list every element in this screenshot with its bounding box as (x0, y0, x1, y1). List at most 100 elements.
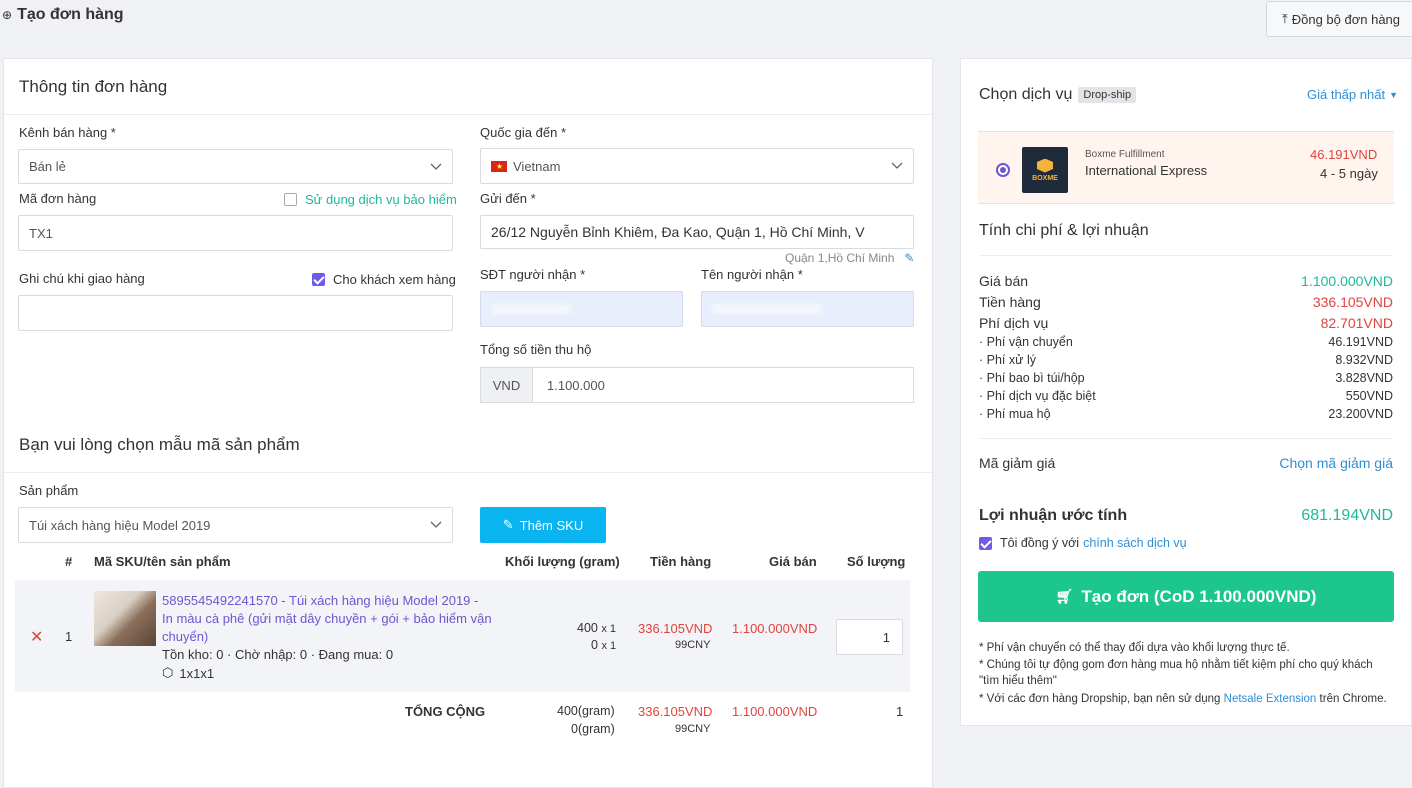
order-info-title: Thông tin đơn hàng (19, 77, 168, 96)
shipping-value: 46.191VND (1328, 335, 1393, 349)
choose-coupon-link[interactable]: Chọn mã giảm giá (1279, 455, 1393, 471)
cod-input-group[interactable]: VND 1.100.000 (480, 367, 914, 403)
sort-label: Giá thấp nhất (1307, 87, 1386, 102)
col-weight: Khối lượng (gram) (505, 554, 620, 569)
page-title: ⊕ Tạo đơn hàng (2, 6, 124, 24)
insurance-checkbox-row[interactable]: Sử dụng dịch vụ bảo hiểm (284, 192, 457, 207)
service-fee-value: 82.701VND (1320, 315, 1393, 331)
handling-row: · Phí xử lý 8.932VND (979, 353, 1393, 367)
col-price: Giá bán (769, 554, 817, 569)
quantity-input[interactable]: 1 (836, 619, 903, 655)
district-hint-text: Quận 1,Hồ Chí Minh (785, 251, 895, 265)
agree-checkbox[interactable] (979, 536, 992, 550)
chevron-down-icon (430, 521, 442, 528)
channel-select[interactable]: Bán lẻ (18, 149, 453, 184)
divider (4, 472, 932, 473)
coupon-row: Mã giảm giá Chọn mã giảm giá (979, 455, 1393, 471)
weight-line-2: 0 x 1 (591, 638, 616, 652)
phone-label: SĐT người nhận * (480, 267, 586, 282)
vietnam-flag-icon: ★ (491, 160, 507, 172)
note-2: * Chúng tôi tự động gom đơn hàng mua hộ … (979, 659, 1373, 671)
shipping-row: · Phí vận chuyển 46.191VND (979, 335, 1393, 349)
receiver-input[interactable] (701, 291, 914, 327)
product-thumbnail (94, 591, 156, 646)
delivery-note-label: Ghi chú khi giao hàng (19, 271, 145, 286)
weight-2: 0 (591, 638, 598, 652)
special-row: · Phí dịch vụ đặc biệt 550VND (979, 389, 1393, 403)
quantity-value: 1 (882, 629, 890, 645)
channel-value: Bán lẻ (29, 159, 66, 174)
add-sku-button[interactable]: ✎ Thêm SKU (480, 507, 606, 543)
cube-icon (1037, 158, 1053, 173)
country-value: Vietnam (513, 158, 561, 174)
weight-1-mult: x 1 (601, 623, 617, 635)
insurance-checkbox[interactable] (284, 193, 297, 206)
country-select[interactable]: ★ Vietnam (480, 148, 914, 184)
weight-line-1: 400 x 1 (577, 621, 616, 635)
service-title: Chọn dịch vụ (979, 86, 1073, 103)
customer-view-checkbox-row[interactable]: Cho khách xem hàng (312, 272, 456, 287)
profit-row: Lợi nhuận ước tính 681.194VND (979, 507, 1393, 525)
extension-link[interactable]: Netsale Extension (1224, 693, 1317, 705)
product-section-title: Bạn vui lòng chọn mẫu mã sản phẩm (19, 435, 300, 454)
edit-icon[interactable]: ✎ (904, 251, 914, 265)
profit-value: 681.194VND (1301, 507, 1393, 524)
sale-value: 1.100.000VND (1301, 273, 1393, 289)
receiver-label: Tên người nhận * (701, 267, 803, 282)
sale-label: Giá bán (979, 273, 1029, 289)
cart-icon: 🛒︎ (1055, 588, 1074, 604)
order-code-label: Mã đơn hàng (19, 191, 97, 206)
policy-link[interactable]: chính sách dịch vụ (1083, 536, 1187, 550)
service-title-row: Chọn dịch vụ Drop-ship (979, 86, 1137, 104)
chevron-down-icon (430, 163, 442, 170)
edit-icon: ✎ (502, 517, 514, 532)
weight-2-mult: x 1 (601, 640, 617, 652)
order-code-input[interactable]: TX1 (18, 215, 453, 251)
dimensions: ⬡ 1x1x1 (162, 665, 214, 681)
weight-1: 400 (577, 621, 598, 635)
total-weight-1: 400(gram) (557, 704, 615, 718)
address-input[interactable]: 26/12 Nguyễn Bỉnh Khiêm, Đa Kao, Quận 1,… (480, 215, 914, 249)
divider (4, 114, 932, 115)
phone-input[interactable] (480, 291, 683, 327)
boxme-logo: BOXME (1022, 147, 1068, 193)
product-label: Sản phẩm (19, 483, 79, 498)
remove-icon[interactable]: ✕ (30, 627, 43, 647)
col-sku: Mã SKU/tên sản phẩm (94, 554, 231, 569)
create-order-button[interactable]: 🛒︎ Tạo đơn (CoD 1.100.000VND) (978, 571, 1394, 622)
page-title-text: Tạo đơn hàng (17, 6, 124, 23)
total-price: 1.100.000VND (732, 704, 818, 719)
divider (979, 438, 1393, 439)
note-1: * Phí vận chuyển có thể thay đổi dựa vào… (979, 642, 1290, 654)
create-order-label: Tạo đơn (CoD 1.100.000VND) (1081, 586, 1317, 606)
col-qty: Số lượng (847, 554, 906, 569)
dimensions-value: 1x1x1 (179, 665, 215, 681)
total-goods: 336.105VND (638, 704, 713, 719)
customer-view-checkbox[interactable] (312, 273, 325, 286)
learn-more-link[interactable]: "tìm hiểu thêm" (979, 675, 1057, 687)
service-radio[interactable] (996, 163, 1010, 177)
cod-currency: VND (481, 368, 533, 402)
sync-orders-label: Đồng bộ đơn hàng (1291, 11, 1401, 27)
product-name-link[interactable]: 5895545492241570 - Túi xách hàng hiệu Mo… (162, 592, 492, 646)
plus-circle-icon: ⊕ (2, 8, 13, 22)
product-value: Túi xách hàng hiệu Model 2019 (29, 517, 211, 533)
goods-label: Tiền hàng (979, 294, 1041, 310)
row-price: 1.100.000VND (732, 621, 818, 636)
insurance-label: Sử dụng dịch vụ bảo hiểm (305, 192, 457, 207)
sort-dropdown[interactable]: Giá thấp nhất ▼ (1307, 87, 1398, 102)
cod-value[interactable]: 1.100.000 (533, 368, 913, 402)
delivery-note-input[interactable] (18, 295, 453, 331)
channel-label: Kênh bán hàng * (19, 125, 116, 140)
service-price: 46.191VND (1310, 147, 1378, 162)
special-label: · Phí dịch vụ đặc biệt (979, 389, 1096, 403)
dropship-badge: Drop-ship (1078, 87, 1137, 103)
box-icon: ⬡ (162, 665, 174, 680)
handling-value: 8.932VND (1335, 353, 1393, 367)
total-label: TỔNG CỘNG (405, 704, 486, 719)
product-select[interactable]: Túi xách hàng hiệu Model 2019 (18, 507, 453, 543)
sync-orders-button[interactable]: ⤒ Đồng bộ đơn hàng (1266, 1, 1412, 37)
logo-text: BOXME (1032, 174, 1058, 182)
service-fee-label: Phí dịch vụ (979, 315, 1049, 331)
send-to-label: Gửi đến * (480, 191, 536, 206)
